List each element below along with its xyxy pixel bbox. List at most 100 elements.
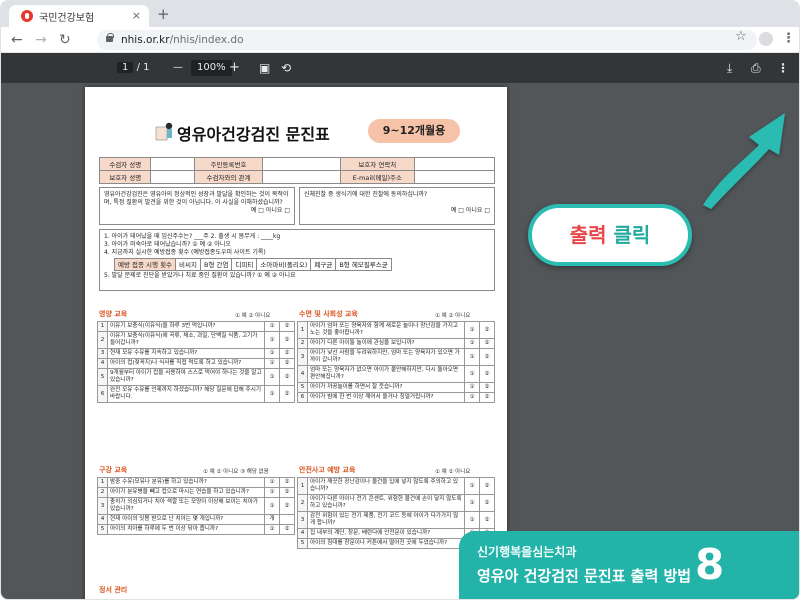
- question-number: 1: [297, 321, 308, 339]
- answer-option-2[interactable]: ②: [279, 331, 295, 349]
- info-value[interactable]: [150, 157, 196, 171]
- answer-option-2[interactable]: ②: [279, 497, 295, 515]
- answer-option-1[interactable]: ①: [464, 338, 480, 349]
- print-icon[interactable]: ⎙: [751, 60, 761, 76]
- callout-word-click: 클릭: [613, 223, 651, 247]
- answer-option-1[interactable]: ①: [464, 494, 480, 512]
- info-value[interactable]: [150, 170, 196, 184]
- new-tab-button[interactable]: +: [157, 5, 170, 23]
- question-row: 2 아이가 다른 아이나 전기 콘센트, 위험한 물건에 손이 닿지 않도록 하고…: [297, 494, 495, 512]
- consent-question: 영유아건강검진은 영유아의 정상적인 성장과 발달을 확인하는 것이 목적이며,…: [104, 191, 289, 206]
- answer-option-2[interactable]: [279, 514, 295, 525]
- question-text: 아이가 다른 아이들 놀이에 관심을 보입니까?: [307, 338, 465, 349]
- answer-option-1[interactable]: ①: [264, 497, 280, 515]
- tab-close-icon[interactable]: ×: [132, 9, 141, 22]
- page-number-input[interactable]: 1: [117, 62, 134, 73]
- url-path: /nhis/index.do: [169, 34, 244, 46]
- profile-icon[interactable]: [759, 32, 773, 46]
- info-label: 보호자 성명: [98, 170, 152, 184]
- question-row: 4 현재 아이의 잇몸 받으로 난 치아는 몇 개입니까? 개: [97, 514, 295, 525]
- answer-option-1[interactable]: ①: [464, 511, 480, 529]
- answer-option-2[interactable]: ②: [279, 477, 295, 488]
- answer-option-1[interactable]: ①: [464, 392, 480, 403]
- download-icon[interactable]: ⤓: [727, 60, 732, 76]
- rotate-icon[interactable]: ⟲: [281, 60, 291, 76]
- answer-option-1[interactable]: ①: [264, 368, 280, 386]
- answer-option-2[interactable]: ②: [279, 524, 295, 535]
- answer-option-1[interactable]: 개: [264, 514, 280, 525]
- vaccine-label: 예방 접종 시행 횟수: [113, 258, 177, 271]
- question-text: 엄마 또는 양육자가 없으면 아이가 불안해하지만, 다시 돌아오면 편안해집니…: [307, 365, 465, 383]
- answer-option-2[interactable]: ②: [479, 338, 495, 349]
- info-label: 주민등록번호: [194, 157, 263, 171]
- banner-subtitle: 신기행복을심는치과: [477, 545, 577, 559]
- browser-tab[interactable]: 국민건강보험 ×: [9, 5, 149, 27]
- answer-option-1[interactable]: ①: [264, 487, 280, 498]
- answer-option-2[interactable]: ②: [479, 321, 495, 339]
- forward-icon[interactable]: →: [35, 31, 47, 49]
- info-value[interactable]: [414, 157, 495, 171]
- answer-option-2[interactable]: ②: [279, 358, 295, 369]
- browser-window: 국민건강보험 × + ← → ↻ nhis.or.kr/nhis/index.d…: [0, 0, 800, 600]
- step-number: 8: [695, 540, 725, 589]
- respondent-info-table: 수검자 성명 주민등록번호 보호자 연락처 보호자 성명 수검자와의 관계 E-…: [98, 157, 495, 184]
- vaccine-name: 소아마비(폴리오): [256, 258, 312, 271]
- info-value[interactable]: [261, 170, 341, 184]
- exam-consent-options[interactable]: 예 □ 아니요 □: [304, 207, 490, 215]
- answer-option-1[interactable]: ①: [464, 477, 480, 495]
- answer-option-2[interactable]: ②: [279, 385, 295, 403]
- zoom-level[interactable]: 100%: [191, 60, 232, 76]
- address-bar[interactable]: nhis.or.kr/nhis/index.do: [97, 30, 757, 50]
- answer-option-2[interactable]: ②: [279, 348, 295, 359]
- answer-option-2[interactable]: ②: [479, 494, 495, 512]
- answer-option-2[interactable]: ②: [279, 368, 295, 386]
- question-row: 3 아이가 낯선 사람을 두려워하지만, 엄마 또는 양육자가 있으면 가까이 갑…: [297, 348, 495, 366]
- section-rating-legend: ① 예 ② 아니요: [435, 313, 471, 319]
- question-row: 5 9개월부터 아이가 컵을 사용하여 스스로 먹어야 하나는 것을 알고 있습니…: [97, 368, 295, 386]
- consent-options[interactable]: 예 □ 아니요 □: [104, 207, 290, 215]
- answer-option-1[interactable]: ①: [264, 348, 280, 359]
- answer-option-1[interactable]: ①: [264, 331, 280, 349]
- answer-option-2[interactable]: ②: [279, 321, 295, 332]
- question-text: 아이의 컵(젖꼭지)나 식사를 직접 먹도록 하고 있습니까?: [107, 358, 265, 369]
- section-title-posture: 정서 관리: [99, 586, 128, 594]
- answer-option-2[interactable]: ②: [479, 348, 495, 366]
- zoom-out-button[interactable]: —: [173, 60, 183, 76]
- section-rating-legend: ① 예 ② 아니요: [435, 469, 471, 475]
- info-value[interactable]: [261, 157, 341, 171]
- more-icon[interactable]: ⋮: [777, 60, 789, 76]
- answer-option-1[interactable]: ①: [264, 524, 280, 535]
- answer-option-1[interactable]: ①: [264, 321, 280, 332]
- exam-consent-box: 신체진찰 중 생식기에 대한 진찰에 동의하십니까? 예 □ 아니요 □: [299, 187, 495, 225]
- tab-title: 국민건강보험: [39, 12, 95, 24]
- reload-icon[interactable]: ↻: [59, 31, 71, 49]
- answer-option-1[interactable]: ①: [464, 365, 480, 383]
- back-icon[interactable]: ←: [11, 31, 23, 49]
- star-icon[interactable]: ☆: [735, 29, 747, 44]
- question-row: 6 완전 모유 수유를 언제까지 하셨습니까? 해당 질문에 답해 주시기 바랍니…: [97, 385, 295, 403]
- question-text: 충치가 의심되거나 치아 색깔 또는 모양이 이상해 보이는 치아가 있습니까?: [107, 497, 265, 515]
- question-row: 3 충치가 의심되거나 치아 색깔 또는 모양이 이상해 보이는 치아가 있습니까…: [97, 497, 295, 515]
- question-row: 2 아이가 분유병을 빼고 컵으로 마시는 연습을 하고 있습니까? ① ②: [97, 487, 295, 498]
- zoom-in-button[interactable]: +: [229, 60, 240, 76]
- sleep-question-table: 1 아이가 엄마 또는 양육자와 함께 새로운 놀이나 장난감을 가지고 노는 것…: [297, 321, 495, 403]
- fit-page-icon[interactable]: ▣: [259, 60, 270, 76]
- info-value[interactable]: [414, 170, 495, 184]
- answer-option-1[interactable]: ①: [464, 382, 480, 393]
- answer-option-2[interactable]: ②: [479, 477, 495, 495]
- answer-option-2[interactable]: ②: [479, 365, 495, 383]
- question-row: 1 밤중 수유(모유나 분유)를 하고 있습니까? ① ②: [97, 477, 295, 488]
- answer-option-1[interactable]: ①: [264, 358, 280, 369]
- answer-option-1[interactable]: ①: [264, 477, 280, 488]
- question-number: 6: [97, 385, 108, 403]
- answer-option-1[interactable]: ①: [264, 385, 280, 403]
- question-number: 1: [297, 477, 308, 495]
- question-text: 이유기 보충식(이유식)에 곡류, 채소, 과일, 단백질 식품, 고기가 들어…: [107, 331, 265, 349]
- menu-icon[interactable]: ⋮: [782, 31, 795, 46]
- answer-option-1[interactable]: ①: [464, 321, 480, 339]
- answer-option-2[interactable]: ②: [479, 382, 495, 393]
- answer-option-1[interactable]: ①: [464, 348, 480, 366]
- answer-option-2[interactable]: ②: [479, 511, 495, 529]
- answer-option-2[interactable]: ②: [479, 392, 495, 403]
- answer-option-2[interactable]: ②: [279, 487, 295, 498]
